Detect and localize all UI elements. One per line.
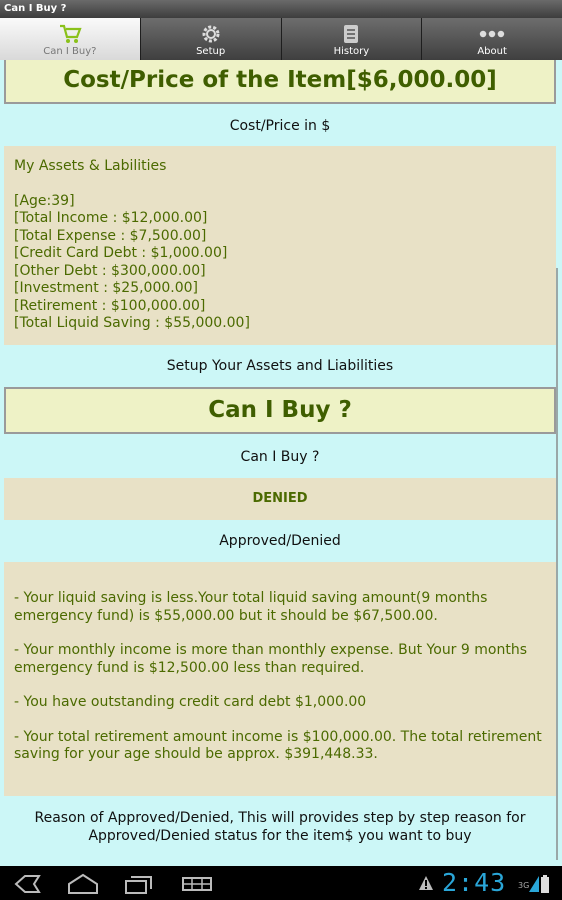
signal-label: 3G bbox=[518, 881, 530, 890]
cart-icon bbox=[57, 23, 83, 45]
tab-can-i-buy[interactable]: Can I Buy? bbox=[0, 18, 141, 60]
gear-icon bbox=[198, 23, 224, 45]
tab-label: Can I Buy? bbox=[43, 46, 97, 57]
reason-caption: Reason of Approved/Denied, This will pro… bbox=[34, 810, 526, 844]
reasons-panel: - Your liquid saving is less.Your total … bbox=[4, 562, 556, 796]
recent-apps-icon[interactable] bbox=[122, 873, 156, 895]
tab-setup[interactable]: Setup bbox=[140, 18, 282, 60]
asset-line: [Total Liquid Saving : $55,000.00] bbox=[14, 315, 250, 331]
tab-label: History bbox=[333, 46, 370, 57]
assets-panel[interactable]: My Assets & Labilities [Age:39] [Total I… bbox=[4, 146, 556, 345]
can-i-buy-caption: Can I Buy ? bbox=[240, 449, 320, 465]
assets-caption: Setup Your Assets and Liabilities bbox=[166, 358, 394, 374]
warning-icon bbox=[418, 875, 434, 895]
status-badge: DENIED bbox=[4, 478, 556, 520]
dots-icon bbox=[479, 23, 505, 45]
tab-label: Setup bbox=[196, 46, 226, 57]
main-content: Cost/Price of the Item[$6,000.00] Cost/P… bbox=[4, 60, 556, 844]
reason-item: - Your liquid saving is less.Your total … bbox=[14, 590, 488, 624]
signal-icon bbox=[529, 876, 539, 896]
asset-line: [Age:39] bbox=[14, 192, 75, 209]
window-title: Can I Buy ? bbox=[0, 0, 562, 18]
status-caption: Approved/Denied bbox=[219, 533, 341, 549]
reason-item: - Your total retirement amount income is… bbox=[14, 728, 542, 763]
scrollbar[interactable] bbox=[556, 268, 558, 860]
assets-title: My Assets & Labilities bbox=[14, 158, 167, 174]
cost-header[interactable]: Cost/Price of the Item[$6,000.00] bbox=[4, 60, 556, 104]
asset-line: [Total Income : $12,000.00] bbox=[14, 210, 208, 226]
asset-line: [Investment : $25,000.00] bbox=[14, 280, 198, 296]
can-i-buy-button[interactable]: Can I Buy ? bbox=[4, 387, 556, 434]
asset-line: [Credit Card Debt : $1,000.00] bbox=[14, 245, 228, 261]
cost-caption: Cost/Price in $ bbox=[229, 118, 331, 134]
clock: 2:43 bbox=[442, 868, 507, 897]
back-icon[interactable] bbox=[10, 873, 44, 895]
system-navbar: 2:43 3G bbox=[0, 866, 562, 900]
tab-history[interactable]: History bbox=[281, 18, 423, 60]
tab-label: About bbox=[477, 46, 507, 57]
reason-item: - You have outstanding credit card debt … bbox=[14, 694, 367, 710]
tab-bar: Can I Buy? Setup History About bbox=[0, 18, 562, 60]
home-icon[interactable] bbox=[66, 873, 100, 895]
menu-icon[interactable] bbox=[180, 873, 214, 895]
asset-line: [Total Expense : $7,500.00] bbox=[14, 227, 207, 244]
notepad-icon bbox=[338, 23, 364, 45]
tab-about[interactable]: About bbox=[422, 18, 562, 60]
reason-item: - Your monthly income is more than month… bbox=[14, 642, 527, 676]
asset-line: [Other Debt : $300,000.00] bbox=[14, 262, 206, 279]
asset-line: [Retirement : $100,000.00] bbox=[14, 297, 206, 314]
battery-icon bbox=[541, 875, 549, 897]
